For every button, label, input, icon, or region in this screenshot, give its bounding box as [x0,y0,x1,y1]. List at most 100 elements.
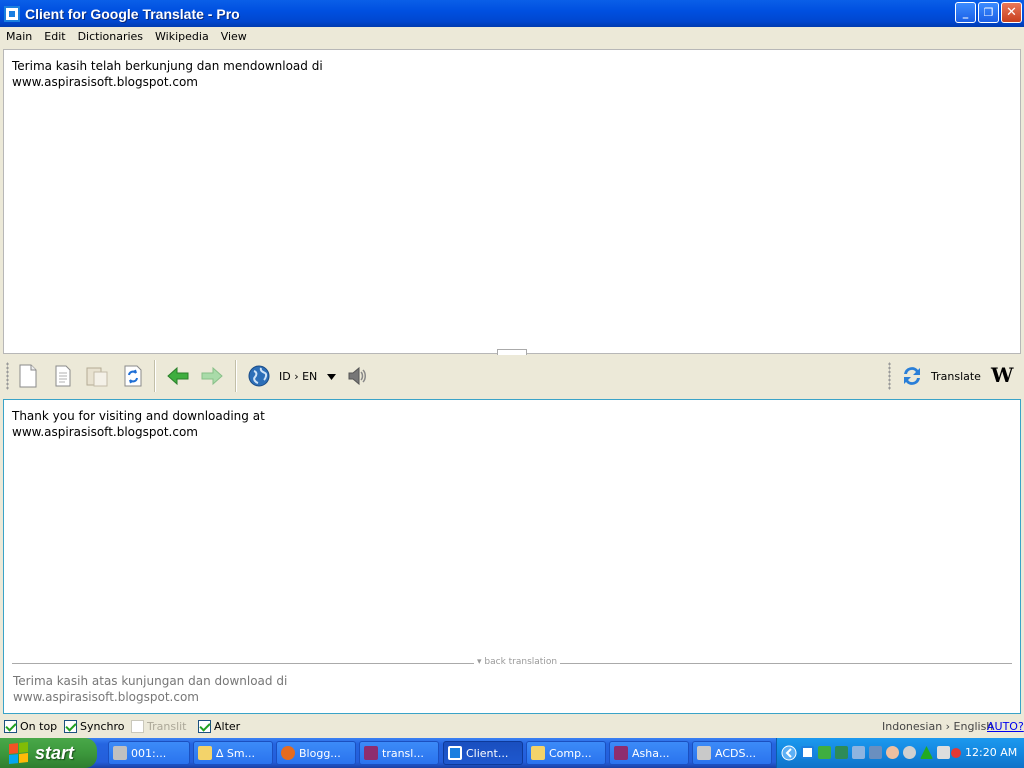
globe-icon [248,365,270,387]
taskbar-item-label: Asha... [632,746,670,760]
app-icon[interactable] [4,5,20,22]
toolbar-grip[interactable] [888,362,891,390]
windows-logo-icon [9,742,29,765]
toolbar: ID › EN Translate W [0,356,1024,396]
restore-button[interactable]: ❐ [978,2,999,23]
translit-checkbox: Translit [131,720,187,733]
start-button[interactable]: start [0,738,97,768]
taskbar-item[interactable]: transl... [359,741,439,765]
alter-label: Alter [214,720,241,733]
swap-button[interactable] [120,363,146,389]
language-pair-dropdown[interactable]: ID › EN [279,370,336,383]
on-top-checkbox[interactable]: On top [4,720,57,733]
window-title: Client for Google Translate - Pro [25,5,240,22]
back-translation-toggle[interactable]: ▾ back translation [474,657,561,667]
copy-button[interactable] [50,363,76,389]
taskbar-item-label: Comp... [549,746,592,760]
checkbox-box [64,720,77,733]
auto-detect-link[interactable]: AUTO? [987,720,1024,733]
forward-button[interactable] [199,363,225,389]
taskbar-item-label: 001:... [131,746,167,760]
taskbar-item[interactable]: 001:... [108,741,190,765]
checkbox-box [131,720,144,733]
arrow-right-icon [201,366,223,386]
result-text: Thank you for visiting and downloading a… [12,409,265,439]
network-tray-icon[interactable] [818,746,831,759]
disc-tray-icon[interactable] [903,746,916,759]
translate-button[interactable]: Translate [931,370,981,383]
chevron-down-icon [326,374,336,380]
menu-wikipedia[interactable]: Wikipedia [149,30,215,43]
language-status[interactable]: Indonesian › English [882,720,993,733]
paste-icon [86,367,108,387]
arrow-left-icon [167,366,189,386]
new-document-button[interactable] [15,363,41,389]
taskbar-item-active[interactable]: Client... [443,741,523,765]
menu-view[interactable]: View [215,30,253,43]
speaker-icon [348,366,366,386]
new-document-icon [19,364,37,388]
checkbox-box [4,720,17,733]
taskbar-item[interactable]: ACDS... [692,741,772,765]
alert-tray-icon[interactable] [951,748,961,758]
taskbar-item[interactable]: Comp... [526,741,606,765]
taskbar-item[interactable]: Asha... [609,741,689,765]
monitor-tray-icon[interactable] [852,746,865,759]
translit-label: Translit [147,720,187,733]
avatar-tray-icon[interactable] [886,746,899,759]
pc-icon [113,746,127,760]
taskbar-item-label: ACDS... [715,746,756,760]
taskbar: start 001:... ∆ Sm... Blogg... transl...… [0,738,1024,768]
toolbar-separator [154,360,156,392]
firefox-icon [281,746,295,760]
menu-bar: Main Edit Dictionaries Wikipedia View [0,27,1024,46]
paste-button[interactable] [84,363,110,389]
back-translation-text: Terima kasih atas kunjungan dan download… [13,674,288,704]
status-bar: On top Synchro Translit Alter Indonesian… [0,715,1024,738]
tray-expand-icon[interactable] [781,745,797,761]
acdsee-icon [697,746,711,760]
language-pair-label: ID › EN [279,370,318,383]
copy-icon [55,365,71,387]
volume-tray-icon[interactable] [937,746,950,759]
alter-checkbox[interactable]: Alter [198,720,240,733]
folder-icon [531,746,545,760]
wikipedia-button[interactable]: W [991,363,1013,387]
language-globe-button[interactable] [246,363,272,389]
result-text-area[interactable]: Thank you for visiting and downloading a… [3,399,1021,714]
shield-tray-icon[interactable] [835,746,848,759]
winrar-icon [614,746,628,760]
toolbar-grip[interactable] [6,362,9,390]
refresh-icon [904,367,920,385]
client-translate-tray-icon[interactable] [801,746,814,759]
source-text: Terima kasih telah berkunjung dan mendow… [12,59,323,89]
system-tray: 12:20 AM [776,738,1024,768]
menu-main[interactable]: Main [0,30,38,43]
source-text-area[interactable]: Terima kasih telah berkunjung dan mendow… [3,49,1021,354]
on-top-label: On top [20,720,58,733]
menu-dictionaries[interactable]: Dictionaries [72,30,149,43]
splitter-handle[interactable] [497,349,527,355]
checkbox-box [198,720,211,733]
synchro-checkbox[interactable]: Synchro [64,720,125,733]
title-bar[interactable]: Client for Google Translate - Pro _ ❐ ✕ [0,0,1024,27]
swap-icon [124,365,142,387]
start-label: start [35,742,75,763]
taskbar-item[interactable]: ∆ Sm... [193,741,273,765]
computer-tray-icon[interactable] [869,746,882,759]
back-translation-label: back translation [484,657,558,667]
taskbar-item-label: ∆ Sm... [216,746,256,760]
triangle-tray-icon[interactable] [920,746,933,759]
close-button[interactable]: ✕ [1001,2,1022,23]
translate-icon-button[interactable] [899,363,925,389]
toolbar-separator [235,360,237,392]
taskbar-item-label: Client... [466,746,509,760]
taskbar-item[interactable]: Blogg... [276,741,356,765]
speak-button[interactable] [344,363,370,389]
winrar-icon [364,746,378,760]
back-button[interactable] [165,363,191,389]
clock[interactable]: 12:20 AM [965,746,1017,759]
window-controls: _ ❐ ✕ [955,2,1022,23]
menu-edit[interactable]: Edit [38,30,71,43]
minimize-button[interactable]: _ [955,2,976,23]
